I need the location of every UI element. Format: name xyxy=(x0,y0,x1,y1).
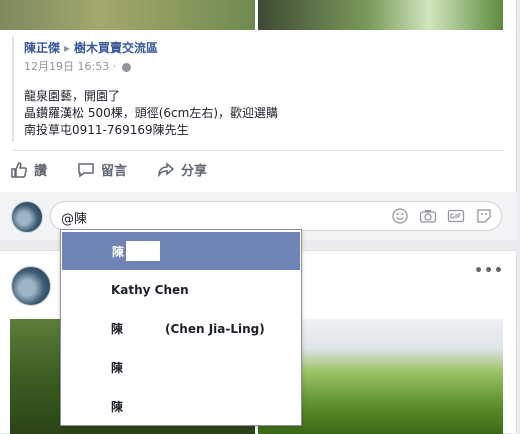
comment-input[interactable]: @陳 xyxy=(50,201,502,231)
post-actions: 讚 留言 分享 xyxy=(10,160,237,179)
comment-label: 留言 xyxy=(101,164,128,179)
divider xyxy=(12,150,504,151)
mention-option-subtitle: (Chen Jia-Ling) xyxy=(165,321,265,336)
shared-post: 陳正傑 ▸ 樹木買賣交流區 12月19日 16:53 · 龍泉園藝，開園了 晶鑽羅漢… xyxy=(12,36,504,142)
mention-option-label: Kathy Chen xyxy=(111,282,189,297)
post-meta: 12月19日 16:53 · xyxy=(24,58,504,74)
like-label: 讚 xyxy=(34,164,48,179)
post-photo-right[interactable] xyxy=(258,0,503,30)
avatar[interactable] xyxy=(11,201,43,233)
share-label: 分享 xyxy=(181,164,208,179)
more-options-icon[interactable]: ••• xyxy=(474,263,504,279)
comment-icon xyxy=(78,162,94,177)
comment-button[interactable]: 留言 xyxy=(77,160,127,179)
arrow-right-icon: ▸ xyxy=(64,41,71,55)
group-link[interactable]: 樹木買賣交流區 xyxy=(74,41,158,55)
share-button[interactable]: 分享 xyxy=(157,160,207,179)
gif-icon[interactable] xyxy=(447,208,465,224)
mention-option[interactable]: 陳 xyxy=(61,348,301,387)
post-photo-left[interactable] xyxy=(0,0,255,30)
post-body-line: 南投草屯0911-769169陳先生 xyxy=(24,123,189,137)
share-icon xyxy=(158,161,175,177)
mention-option-label: 陳 xyxy=(111,322,124,336)
thumbs-up-icon xyxy=(11,161,28,178)
redacted-name xyxy=(126,241,161,261)
mention-option-label: 陳 xyxy=(112,244,125,259)
post-body-line: 晶鑽羅漢松 500棵，頭徑(6cm左右)，歡迎選購 xyxy=(24,106,279,120)
post-body: 龍泉園藝，開園了 晶鑽羅漢松 500棵，頭徑(6cm左右)，歡迎選購 南投草屯0… xyxy=(24,88,504,139)
like-button[interactable]: 讚 xyxy=(10,160,47,179)
globe-icon xyxy=(121,62,131,72)
post-body-line: 龍泉園藝，開園了 xyxy=(24,89,121,103)
mention-option[interactable]: 陳 (Chen Jia-Ling) xyxy=(61,309,301,348)
post-photo-strip xyxy=(0,0,517,30)
comment-input-text: @陳 xyxy=(61,212,88,227)
post-card: 陳正傑 ▸ 樹木買賣交流區 12月19日 16:53 · 龍泉園藝，開園了 晶鑽羅漢… xyxy=(0,0,517,240)
emoji-icon[interactable] xyxy=(391,208,409,224)
post-timestamp[interactable]: 12月19日 16:53 xyxy=(24,60,109,73)
author-link[interactable]: 陳正傑 xyxy=(24,41,60,55)
camera-icon[interactable] xyxy=(419,208,437,224)
avatar[interactable] xyxy=(11,266,51,306)
mention-option[interactable]: Kathy Chen xyxy=(61,270,301,309)
mention-option-label: 陳 xyxy=(111,361,124,375)
sticker-icon[interactable] xyxy=(475,208,493,224)
mention-option-label: 陳 xyxy=(111,400,124,414)
mention-suggestions: 陳 Kathy Chen 陳 (Chen Jia-Ling) 陳 陳 xyxy=(60,229,302,426)
mention-option[interactable]: 陳 xyxy=(62,232,300,270)
mention-option[interactable]: 陳 xyxy=(61,387,301,426)
shared-post-header: 陳正傑 ▸ 樹木買賣交流區 xyxy=(24,39,504,56)
comment-tools xyxy=(391,208,493,224)
